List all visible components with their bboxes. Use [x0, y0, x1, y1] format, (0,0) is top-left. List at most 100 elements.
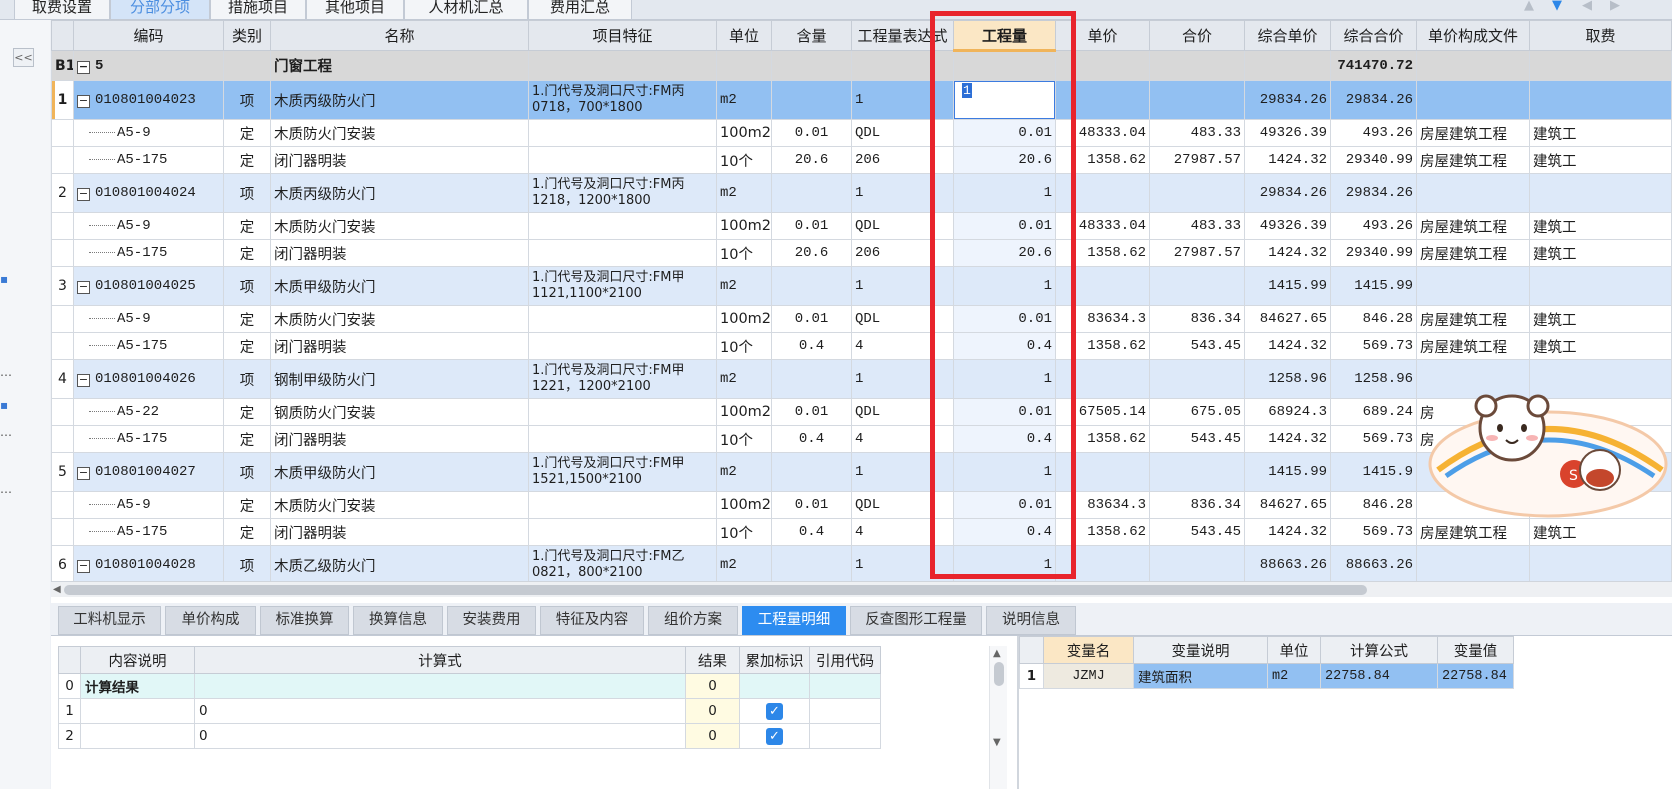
scrollbar-thumb[interactable]	[994, 662, 1004, 686]
checkbox-checked-icon[interactable]: ✓	[766, 702, 783, 720]
quota-content[interactable]: 0.4	[771, 425, 852, 453]
quota-content[interactable]: 0.01	[771, 119, 852, 147]
quota-code-cell[interactable]: A5-175	[73, 239, 224, 267]
item-composite-total[interactable]: 29834.26	[1330, 173, 1417, 213]
var-header-value[interactable]: 变量值	[1437, 636, 1514, 664]
header-name[interactable]: 名称	[270, 20, 529, 51]
quota-unit-price[interactable]: 1358.62	[1055, 425, 1150, 453]
qty-result[interactable]: 0	[685, 723, 740, 749]
item-qty-expression[interactable]: 1	[851, 545, 954, 585]
quota-fee[interactable]: 建筑工	[1529, 119, 1672, 147]
quota-feature[interactable]	[528, 425, 717, 453]
qty-detail-row[interactable]: 2 0 0 ✓	[58, 723, 881, 749]
quota-feature[interactable]	[528, 212, 717, 240]
quota-price-file[interactable]: 房屋建筑工程	[1416, 239, 1530, 267]
item-content[interactable]	[771, 545, 852, 585]
quota-feature[interactable]	[528, 518, 717, 546]
quota-unit-price[interactable]: 1358.62	[1055, 239, 1150, 267]
cell[interactable]	[1529, 50, 1672, 81]
item-code-cell[interactable]: −010801004026	[73, 359, 224, 399]
quota-quantity[interactable]: 0.4	[953, 518, 1056, 546]
quota-fee[interactable]: 工	[1529, 398, 1672, 426]
item-unit-price[interactable]	[1055, 80, 1150, 120]
quota-row[interactable]: A5-175 定闭门器明装 10个 0.4 4 0.4 1358.62 543.45 1424.…	[51, 518, 1672, 546]
item-feature[interactable]: 1.门代号及洞口尺寸:FM丙0718，700*1800	[528, 80, 717, 120]
quota-type[interactable]: 定	[223, 146, 271, 174]
quota-composite-unit-price[interactable]: 1424.32	[1244, 332, 1331, 360]
item-qty-expression[interactable]: 1	[851, 173, 954, 213]
header-unit-price[interactable]: 单价	[1055, 20, 1150, 51]
quota-feature[interactable]	[528, 398, 717, 426]
item-unit[interactable]: m2	[716, 173, 772, 213]
quota-composite-total[interactable]: 569.73	[1330, 332, 1417, 360]
quota-feature[interactable]	[528, 146, 717, 174]
quota-unit[interactable]: 10个	[716, 332, 772, 360]
variable-formula[interactable]: 22758.84	[1320, 663, 1438, 689]
quota-feature[interactable]	[528, 491, 717, 519]
collapse-toggle-icon[interactable]: −	[77, 374, 90, 387]
item-total-price[interactable]	[1149, 545, 1245, 585]
quota-composite-total[interactable]: 689.24	[1330, 398, 1417, 426]
quota-composite-unit-price[interactable]: 1424.32	[1244, 239, 1331, 267]
quota-unit-price[interactable]: 83634.3	[1055, 305, 1150, 333]
qty-ref-code[interactable]	[809, 673, 881, 699]
quota-total-price[interactable]: 483.33	[1149, 212, 1245, 240]
quota-row[interactable]: A5-175 定闭门器明装 10个 0.4 4 0.4 1358.62 543.45 1424.…	[51, 425, 1672, 453]
item-content[interactable]	[771, 266, 852, 306]
scroll-up-icon[interactable]: ▲	[993, 649, 1001, 659]
quota-content[interactable]: 0.01	[771, 212, 852, 240]
quota-total-price[interactable]: 836.34	[1149, 491, 1245, 519]
item-code-cell[interactable]: −010801004028	[73, 545, 224, 585]
header-unit[interactable]: 单位	[716, 20, 772, 51]
scroll-down-icon[interactable]: ▼	[993, 738, 1001, 748]
quota-total-price[interactable]: 543.45	[1149, 332, 1245, 360]
quota-unit-price[interactable]: 48333.04	[1055, 212, 1150, 240]
item-code-cell[interactable]: −010801004027	[73, 452, 224, 492]
header-type[interactable]: 类别	[223, 20, 271, 51]
quota-unit-price[interactable]: 1358.62	[1055, 518, 1150, 546]
item-type[interactable]: 项	[223, 359, 271, 399]
quota-quantity[interactable]: 20.6	[953, 146, 1056, 174]
quota-total-price[interactable]: 27987.57	[1149, 146, 1245, 174]
variable-row[interactable]: 1 JZMJ 建筑面积 m2 22758.84 22758.84	[1019, 663, 1514, 689]
quota-fee[interactable]: 建筑工	[1529, 239, 1672, 267]
item-qty-expression[interactable]: 1	[851, 452, 954, 492]
bill-item-row[interactable]: 3−010801004025 项木质甲级防火门 1.门代号及洞口尺寸:FM甲1121…	[51, 266, 1672, 306]
quota-qty-expression[interactable]: 4	[851, 332, 954, 360]
header-composite-total[interactable]: 综合合价	[1330, 20, 1417, 51]
qty-accumulate[interactable]: ✓	[739, 698, 810, 724]
qty-detail-row[interactable]: 0 计算结果 0	[58, 673, 881, 699]
item-qty-expression[interactable]: 1	[851, 266, 954, 306]
quota-qty-expression[interactable]: 4	[851, 518, 954, 546]
item-price-file[interactable]	[1416, 266, 1530, 306]
item-code-cell[interactable]: −010801004023	[73, 80, 224, 120]
quota-code-cell[interactable]: A5-175	[73, 146, 224, 174]
quota-qty-expression[interactable]: 4	[851, 425, 954, 453]
tab-price-composition[interactable]: 单价构成	[165, 606, 256, 635]
quota-type[interactable]: 定	[223, 305, 271, 333]
quota-unit[interactable]: 100m2	[716, 212, 772, 240]
quota-fee[interactable]: 建筑工	[1529, 518, 1672, 546]
group-total[interactable]: 741470.72	[1330, 50, 1417, 81]
quota-price-file[interactable]: 房屋建筑工程	[1416, 305, 1530, 333]
item-feature[interactable]: 1.门代号及洞口尺寸:FM乙0821，800*2100	[528, 545, 717, 585]
quota-composite-unit-price[interactable]: 1424.32	[1244, 425, 1331, 453]
cell[interactable]	[1149, 50, 1245, 81]
qty-desc[interactable]: 计算结果	[80, 673, 195, 699]
quota-name[interactable]: 闭门器明装	[270, 518, 529, 546]
quota-composite-unit-price[interactable]: 68924.3	[1244, 398, 1331, 426]
item-unit-price[interactable]	[1055, 266, 1150, 306]
quota-price-file[interactable]: 房	[1416, 425, 1530, 453]
item-quantity[interactable]: 1	[953, 173, 1056, 213]
quota-qty-expression[interactable]: 206	[851, 146, 954, 174]
item-feature[interactable]: 1.门代号及洞口尺寸:FM甲1521,1500*2100	[528, 452, 717, 492]
tab-features-content[interactable]: 特征及内容	[540, 606, 644, 635]
quota-quantity[interactable]: 0.01	[953, 212, 1056, 240]
qty-ref-code[interactable]	[809, 698, 881, 724]
tab-sub-items[interactable]: 分部分项	[110, 0, 210, 20]
quota-code-cell[interactable]: A5-9	[73, 491, 224, 519]
qty-formula[interactable]	[194, 673, 686, 699]
quota-total-price[interactable]: 675.05	[1149, 398, 1245, 426]
item-type[interactable]: 项	[223, 173, 271, 213]
quota-row[interactable]: A5-175 定闭门器明装 10个 0.4 4 0.4 1358.62 543.45 1424.…	[51, 332, 1672, 360]
